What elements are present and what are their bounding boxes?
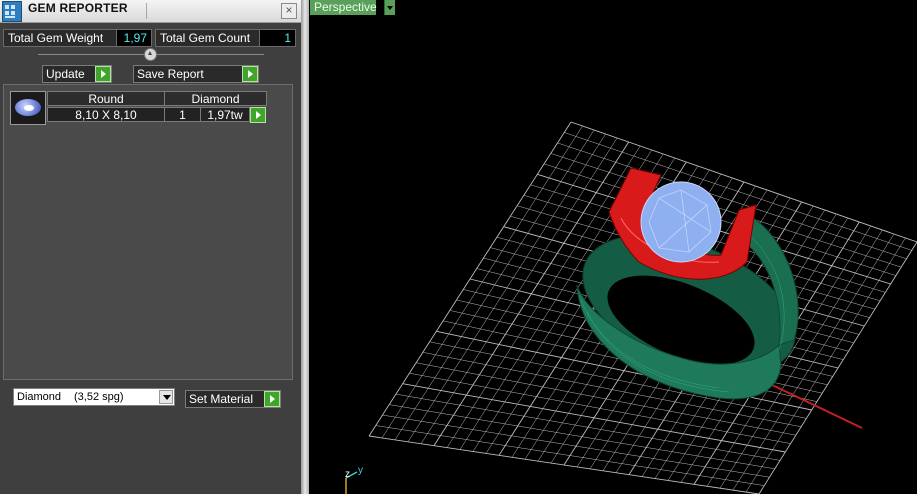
- play-arrow-icon: [242, 66, 258, 82]
- scene-canvas: [345, 121, 917, 494]
- play-arrow-icon: [264, 391, 280, 407]
- gem-reporter-panel: GEM REPORTER × Total Gem Weight 1,97 Tot…: [0, 0, 301, 494]
- z-axis-label: z: [345, 469, 350, 480]
- set-material-button-label: Set Material: [189, 392, 254, 406]
- round-gem-icon: [15, 99, 41, 116]
- save-report-button[interactable]: Save Report: [133, 65, 259, 83]
- gem-reporter-app-icon: [2, 1, 22, 22]
- update-button-label: Update: [46, 67, 85, 81]
- material-density: (3,52 spg): [74, 391, 124, 403]
- play-arrow-icon: [95, 66, 111, 82]
- material-select[interactable]: Diamond (3,52 spg): [13, 388, 175, 406]
- slider-handle[interactable]: [144, 48, 157, 61]
- gem-weight-cell: 1,97tw: [200, 107, 250, 122]
- gem-list[interactable]: [3, 84, 293, 380]
- ring-model: [576, 167, 799, 400]
- gem-size-cell: 8,10 X 8,10: [47, 107, 165, 122]
- gem-row-go-button[interactable]: [250, 107, 266, 123]
- close-icon[interactable]: ×: [281, 3, 297, 19]
- panel-titlebar[interactable]: GEM REPORTER ×: [0, 0, 301, 23]
- panel-splitter[interactable]: [301, 0, 309, 494]
- total-gem-weight-value: 1,97: [116, 29, 152, 47]
- set-material-button[interactable]: Set Material: [185, 390, 281, 408]
- gem-material-header: Diamond: [164, 91, 267, 106]
- update-button[interactable]: Update: [42, 65, 112, 83]
- chevron-down-icon[interactable]: [159, 390, 173, 404]
- title-separator: [146, 3, 147, 19]
- material-name: Diamond: [17, 391, 62, 403]
- gem-thumbnail[interactable]: [10, 91, 46, 125]
- y-axis-label: y: [358, 465, 363, 476]
- save-report-button-label: Save Report: [137, 67, 204, 81]
- gem-shape-header: Round: [47, 91, 165, 106]
- diamond-gem: [640, 181, 722, 263]
- total-gem-count-value: 1: [259, 29, 296, 47]
- 3d-viewport[interactable]: Perspective z y: [309, 0, 917, 494]
- total-gem-count-label: Total Gem Count: [155, 29, 265, 47]
- gem-count-cell: 1: [164, 107, 201, 122]
- total-gem-weight-label: Total Gem Weight: [3, 29, 119, 47]
- panel-title: GEM REPORTER: [28, 1, 128, 15]
